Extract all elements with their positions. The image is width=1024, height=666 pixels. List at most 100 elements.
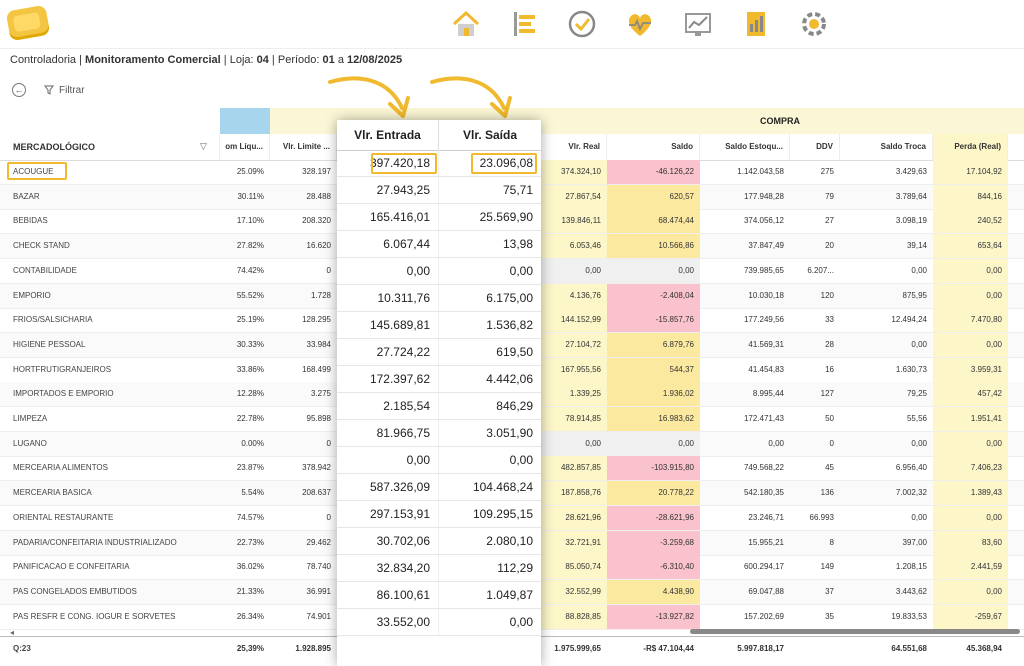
cell-vlr-limite: 128.295 bbox=[302, 315, 331, 325]
cell-com-liquido: 21.33% bbox=[236, 586, 264, 596]
overlay-row[interactable]: 6.067,44 13,98 bbox=[337, 231, 541, 258]
cell-com-liquido: 74.42% bbox=[236, 265, 264, 275]
logo-inner bbox=[12, 12, 42, 33]
cell-vlr-limite: 74.901 bbox=[306, 611, 331, 621]
cell-vlr-real: 4.136,76 bbox=[541, 283, 607, 308]
cell-ddv: 66.993 bbox=[809, 512, 834, 522]
cell-vlr-limite: 208.637 bbox=[302, 488, 331, 498]
cell-saldo-estoque: 41.569,31 bbox=[748, 339, 784, 349]
overlay-row[interactable]: 0,00 0,00 bbox=[337, 258, 541, 285]
cell-mercadologico: PAS RESFR E CONG. IOGUR E SORVETES bbox=[13, 611, 176, 621]
cell-ddv: 20 bbox=[825, 241, 834, 251]
cell-vlr-limite: 29.462 bbox=[306, 537, 331, 547]
overlay-row[interactable]: 27.943,25 75,71 bbox=[337, 177, 541, 204]
col-header-perda-real[interactable]: Perda (Real) bbox=[933, 134, 1008, 160]
cell-saldo-estoque: 177.948,28 bbox=[743, 191, 784, 201]
cell-vlr-real: 0,00 bbox=[541, 258, 607, 283]
cell-com-liquido: 30.11% bbox=[237, 191, 264, 201]
overlay-row[interactable]: 81.966,75 3.051,90 bbox=[337, 420, 541, 447]
cell-vlr-entrada: 81.966,75 bbox=[337, 420, 439, 446]
cell-mercadologico: HORTFRUTIGRANJEIROS bbox=[13, 364, 112, 374]
cell-com-liquido: 25.09% bbox=[236, 167, 264, 176]
cell-vlr-entrada: 145.689,81 bbox=[337, 312, 439, 338]
col-header-vlr-entrada[interactable]: Vlr. Entrada bbox=[337, 120, 439, 150]
cell-perda-real: 0,00 bbox=[933, 505, 1008, 530]
cell-saldo-estoque: 374.056,12 bbox=[743, 216, 784, 226]
overlay-row[interactable]: 10.311,76 6.175,00 bbox=[337, 285, 541, 312]
cell-saldo: 6.879,76 bbox=[607, 332, 700, 357]
report-icon[interactable] bbox=[738, 6, 774, 42]
cell-saldo: 620,57 bbox=[607, 184, 700, 209]
cell-saldo: -3.259,68 bbox=[607, 530, 700, 555]
cell-vlr-limite: 78.740 bbox=[306, 562, 331, 572]
cell-ddv: 79 bbox=[825, 191, 834, 201]
overlay-row[interactable]: 172.397,62 4.442,06 bbox=[337, 366, 541, 393]
cell-vlr-entrada: 86.100,61 bbox=[337, 582, 439, 608]
cell-perda-real: 240,52 bbox=[933, 209, 1008, 234]
cell-saldo-troca: 19.833,53 bbox=[891, 611, 927, 621]
app-logo[interactable] bbox=[5, 4, 51, 42]
cell-vlr-real: 167.955,56 bbox=[541, 357, 607, 382]
arrow-annotation-saida bbox=[430, 76, 512, 118]
cell-vlr-real: 32.721,91 bbox=[541, 530, 607, 555]
overlay-row[interactable]: 0,00 0,00 bbox=[337, 447, 541, 474]
cell-perda-real: 83,60 bbox=[933, 530, 1008, 555]
home-icon[interactable] bbox=[448, 6, 484, 42]
loja-value: 04 bbox=[256, 54, 269, 66]
col-header-saldo-estoque[interactable]: Saldo Estoqu... bbox=[700, 134, 790, 160]
col-header-vlr-limite[interactable]: Vlr. Limite ... bbox=[270, 134, 337, 160]
cell-saldo-troca: 39,14 bbox=[906, 241, 927, 251]
col-header-vlr-real[interactable]: Vlr. Real bbox=[541, 134, 607, 160]
col-header-vlr-saida[interactable]: Vlr. Saída bbox=[439, 120, 541, 150]
overlay-row[interactable]: 27.724,22 619,50 bbox=[337, 339, 541, 366]
overlay-row[interactable]: 86.100,61 1.049,87 bbox=[337, 582, 541, 609]
check-icon[interactable] bbox=[564, 6, 600, 42]
cell-mercadologico: BAZAR bbox=[13, 191, 40, 201]
column-filter-icon[interactable]: ▽ bbox=[200, 141, 207, 152]
cell-saldo: 10.566,86 bbox=[607, 234, 700, 259]
col-header-saldo-troca[interactable]: Saldo Troca bbox=[840, 134, 933, 160]
overlay-row[interactable]: 32.834,20 112,29 bbox=[337, 555, 541, 582]
list-icon[interactable] bbox=[506, 6, 542, 42]
cell-ddv: 149 bbox=[820, 562, 834, 572]
back-icon[interactable]: ← bbox=[12, 83, 26, 97]
cell-vlr-entrada: 10.311,76 bbox=[337, 285, 439, 311]
col-header-mercadologico[interactable]: MERCADOLÓGICO bbox=[0, 134, 220, 160]
cell-ddv: 27 bbox=[825, 216, 834, 226]
cell-mercadologico: CHECK STAND bbox=[13, 241, 70, 251]
overlay-row[interactable]: 165.416,01 25.569,90 bbox=[337, 204, 541, 231]
cell-vlr-real: 374.324,10 bbox=[541, 160, 607, 184]
col-header-ddv[interactable]: DDV bbox=[790, 134, 840, 160]
heart-pulse-icon[interactable] bbox=[622, 6, 658, 42]
cell-saldo: 4.438,90 bbox=[607, 579, 700, 604]
total-vlr-real: 1.975.999,65 bbox=[554, 644, 601, 653]
cell-perda-real: 0,00 bbox=[933, 579, 1008, 604]
cell-saldo-troca: 79,25 bbox=[906, 389, 927, 399]
cell-saldo: -6.310,40 bbox=[607, 555, 700, 580]
cell-vlr-saida: 2.080,10 bbox=[486, 534, 533, 548]
breadcrumb-page: Monitoramento Comercial bbox=[85, 54, 221, 66]
overlay-row[interactable]: 145.689,81 1.536,82 bbox=[337, 312, 541, 339]
chart-icon[interactable] bbox=[680, 6, 716, 42]
breadcrumb-section[interactable]: Controladoria bbox=[10, 54, 76, 66]
cell-mercadologico: MERCEARIA BASICA bbox=[13, 488, 92, 498]
col-header-saldo[interactable]: Saldo bbox=[607, 134, 700, 160]
settings-icon[interactable] bbox=[796, 6, 832, 42]
horizontal-scrollbar[interactable] bbox=[690, 629, 1020, 634]
overlay-row[interactable]: 33.552,00 0,00 bbox=[337, 609, 541, 636]
periodo-end: 12/08/2025 bbox=[347, 54, 403, 66]
overlay-row[interactable]: 297.153,91 109.295,15 bbox=[337, 501, 541, 528]
col-header-com-liquido[interactable]: om Líqu... bbox=[220, 134, 270, 160]
cell-saldo: -13.927,82 bbox=[607, 604, 700, 629]
overlay-row[interactable]: 30.702,06 2.080,10 bbox=[337, 528, 541, 555]
periodo-sep: a bbox=[337, 54, 344, 66]
filter-button[interactable]: Filtrar bbox=[44, 85, 85, 96]
cell-saldo-estoque: 600.294,17 bbox=[743, 562, 784, 572]
total-saldo: -R$ 47.104,44 bbox=[643, 644, 694, 653]
cell-ddv: 35 bbox=[825, 611, 834, 621]
cell-mercadologico: EMPORIO bbox=[13, 290, 51, 300]
overlay-row[interactable]: 587.326,09 104.468,24 bbox=[337, 474, 541, 501]
cell-perda-real: -259,67 bbox=[933, 604, 1008, 629]
overlay-row[interactable]: 2.185,54 846,29 bbox=[337, 393, 541, 420]
periodo-start: 01 bbox=[322, 54, 335, 66]
